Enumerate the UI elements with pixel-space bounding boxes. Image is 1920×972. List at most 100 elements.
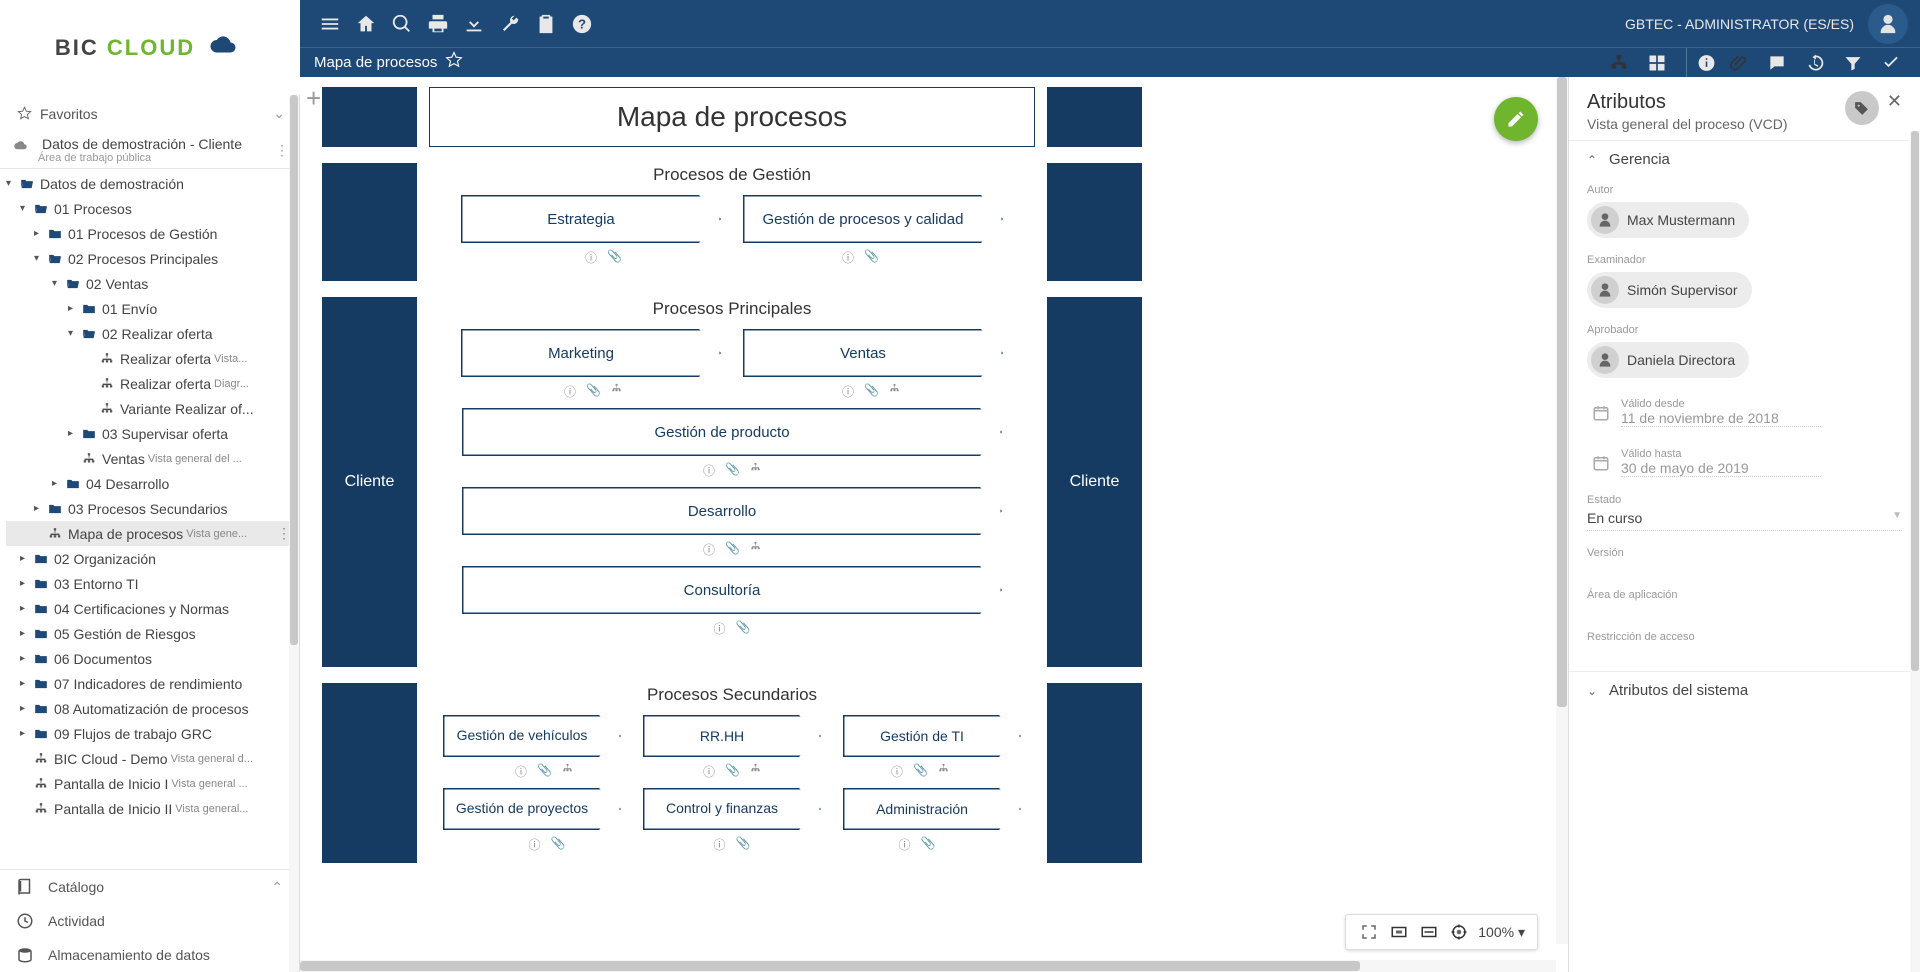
fit-page-icon[interactable] [1384,923,1414,941]
tree-leaf[interactable]: Realizar ofertaVista... [6,346,293,371]
tree-node[interactable]: ▸03 Entorno TI [6,571,293,596]
approver-chip[interactable]: Daniela Directora [1587,342,1749,378]
comments-icon[interactable] [1762,48,1792,78]
tree-node[interactable]: ▾Datos de demostración [6,171,293,196]
process-administracion[interactable]: Administración [843,788,1021,830]
user-label: GBTEC - ADMINISTRATOR (ES/ES) [1625,16,1854,32]
search-icon[interactable] [384,13,420,35]
state-select[interactable]: En curso▼ [1587,506,1902,531]
process-marketing[interactable]: Marketing [461,329,721,377]
help-icon[interactable] [564,13,600,35]
diagram-side-box [1047,163,1142,281]
info-mini-icon[interactable]: ⓘ [842,249,854,266]
process-consultoria[interactable]: Consultoría [462,566,1002,614]
star-icon [14,106,34,121]
tag-icon[interactable] [1845,91,1879,125]
tree-node[interactable]: ▸01 Procesos de Gestión [6,221,293,246]
tree-node[interactable]: ▸02 Organización [6,546,293,571]
center-icon[interactable] [1444,923,1474,941]
attachment-icon[interactable] [1724,48,1754,78]
section-gerencia-toggle[interactable]: ⌃Gerencia [1569,140,1920,178]
tree-node[interactable]: ▾02 Procesos Principales [6,246,293,271]
tree-node[interactable]: ▸03 Procesos Secundarios [6,496,293,521]
tree-node[interactable]: ▸06 Documentos [6,646,293,671]
diagram-side-box [1047,87,1142,147]
workspace-header[interactable]: Datos de demostración - Cliente Área de … [0,132,299,169]
breadcrumb: Mapa de procesos [314,54,437,71]
favorite-star-icon[interactable] [445,51,463,74]
tree-node[interactable]: ▸08 Automatización de procesos [6,696,293,721]
field-label: Aprobador [1587,324,1902,336]
attach-mini-icon[interactable]: 📎 [864,249,879,266]
info-icon[interactable] [1686,48,1716,78]
clipboard-icon[interactable] [528,13,564,35]
tree-node[interactable]: ▸04 Desarrollo [6,471,293,496]
grid-view-icon[interactable] [1642,48,1672,78]
avatar-button[interactable] [1868,4,1908,44]
process-ventas[interactable]: Ventas [743,329,1003,377]
favorites-toggle[interactable]: Favoritos ⌄ [0,95,299,132]
valid-to-field[interactable]: Válido hasta 30 de mayo de 2019 [1587,448,1902,478]
filter-icon[interactable] [1838,48,1868,78]
attach-mini-icon[interactable]: 📎 [607,249,622,266]
tree-leaf-selected[interactable]: Mapa de procesosVista gene...⋮ [6,521,293,546]
tree-leaf[interactable]: Pantalla de Inicio IVista general ... [6,771,293,796]
process-rrhh[interactable]: RR.HH [643,715,821,757]
calendar-icon [1587,454,1615,472]
tree-node[interactable]: ▸09 Flujos de trabajo GRC [6,721,293,746]
tree-node[interactable]: ▸01 Envío [6,296,293,321]
home-icon[interactable] [348,13,384,35]
process-gestion-producto[interactable]: Gestión de producto [462,408,1002,456]
process-gestion-proyectos[interactable]: Gestión de proyectos [443,788,621,830]
examiner-chip[interactable]: Simón Supervisor [1587,272,1752,308]
process-gpc[interactable]: Gestión de procesos y calidad [743,195,1003,243]
author-chip[interactable]: Max Mustermann [1587,202,1749,238]
tree-node[interactable]: ▾02 Ventas [6,271,293,296]
valid-from-field[interactable]: Válido desde 11 de noviembre de 2018 [1587,398,1902,428]
close-icon[interactable]: ✕ [1887,91,1902,112]
canvas-vscrollbar[interactable] [1556,77,1568,944]
process-desarrollo[interactable]: Desarrollo [462,487,1002,535]
menu-icon[interactable] [312,13,348,35]
canvas-hscrollbar[interactable] [300,960,1556,972]
field-label: Autor [1587,184,1902,196]
tree-leaf[interactable]: Realizar ofertaDiagr... [6,371,293,396]
process-gestion-vehiculos[interactable]: Gestión de vehículos [443,715,621,757]
tree-leaf[interactable]: BIC Cloud - DemoVista general d... [6,746,293,771]
tree-node[interactable]: ▾02 Realizar oferta [6,321,293,346]
section-sistema-toggle[interactable]: ⌄Atributos del sistema [1569,671,1920,709]
tree-leaf[interactable]: VentasVista general del ... [6,446,293,471]
storage-link[interactable]: Almacenamiento de datos [0,938,299,972]
tree-node[interactable]: ▸05 Gestión de Riesgos [6,621,293,646]
tree-leaf[interactable]: Variante Realizar of... [6,396,293,421]
field-label: Estado [1587,494,1902,506]
more-icon[interactable]: ⋮ [275,142,289,159]
tree-node[interactable]: ▸04 Certificaciones y Normas [6,596,293,621]
info-mini-icon[interactable]: ⓘ [585,249,597,266]
hierarchy-mini-icon[interactable] [611,383,622,400]
tree-leaf[interactable]: Pantalla de Inicio IIVista general... [6,796,293,821]
approve-icon[interactable] [1876,48,1906,78]
catalog-toggle[interactable]: Catálogo⌃ [0,870,299,904]
tree-node[interactable]: ▸03 Supervisar oferta [6,421,293,446]
fullscreen-icon[interactable] [1354,923,1384,941]
fit-width-icon[interactable] [1414,923,1444,941]
zoom-level[interactable]: 100% ▾ [1474,924,1529,941]
print-icon[interactable] [420,13,456,35]
hierarchy-view-icon[interactable] [1604,48,1634,78]
tree-node[interactable]: ▸07 Indicadores de rendimiento [6,671,293,696]
panel-scrollbar[interactable] [1910,131,1920,972]
history-icon[interactable] [1800,48,1830,78]
process-gestion-ti[interactable]: Gestión de TI [843,715,1021,757]
edit-fab[interactable] [1494,97,1538,141]
process-estrategia[interactable]: Estrategia [461,195,721,243]
tree-node[interactable]: ▾01 Procesos [6,196,293,221]
download-icon[interactable] [456,13,492,35]
sidebar-scrollbar[interactable] [289,95,299,972]
attributes-panel: Atributos Vista general del proceso (VCD… [1568,77,1920,972]
diagram-canvas[interactable]: + 100% ▾ Mapa de procesos Procesos de Ge… [300,77,1568,972]
field-label: Examinador [1587,254,1902,266]
tools-icon[interactable] [492,13,528,35]
process-control-finanzas[interactable]: Control y finanzas [643,788,821,830]
activity-link[interactable]: Actividad [0,904,299,938]
